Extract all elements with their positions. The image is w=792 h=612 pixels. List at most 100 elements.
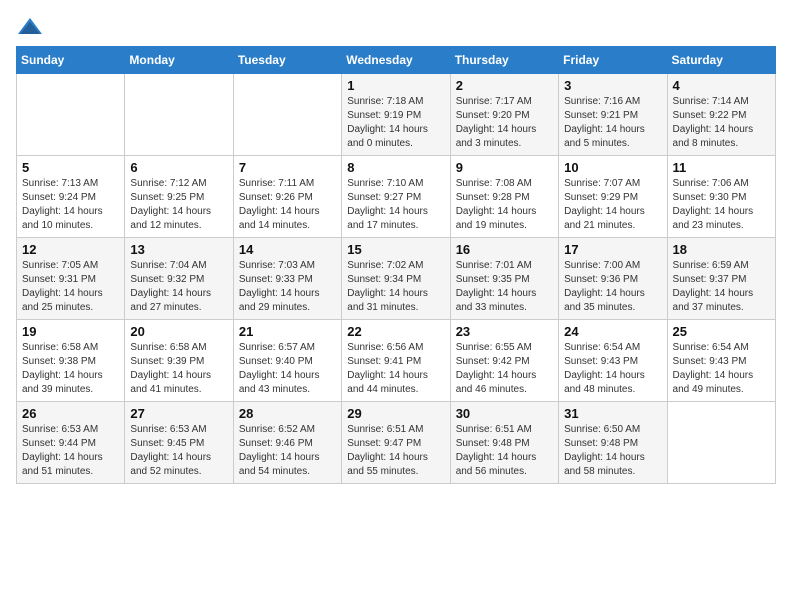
- calendar-week-4: 19 Sunrise: 6:58 AMSunset: 9:38 PMDayligh…: [17, 320, 776, 402]
- day-number: 14: [239, 242, 336, 257]
- weekday-header-wednesday: Wednesday: [342, 47, 450, 74]
- day-info: Sunrise: 6:51 AMSunset: 9:47 PMDaylight:…: [347, 423, 444, 479]
- day-number: 25: [673, 324, 770, 339]
- calendar-body: 1Sunrise: 7:18 AMSunset: 9:19 PMDaylight…: [17, 74, 776, 484]
- calendar-cell: 6 Sunrise: 7:12 AMSunset: 9:25 PMDaylight…: [125, 156, 233, 238]
- calendar-cell: 16 Sunrise: 7:01 AMSunset: 9:35 PMDayligh…: [450, 238, 558, 320]
- logo-icon: [16, 16, 44, 38]
- day-number: 7: [239, 160, 336, 175]
- calendar-week-3: 12Sunrise: 7:05 AMSunset: 9:31 PMDayligh…: [17, 238, 776, 320]
- calendar-cell: 9 Sunrise: 7:08 AMSunset: 9:28 PMDaylight…: [450, 156, 558, 238]
- calendar-week-5: 26 Sunrise: 6:53 AMSunset: 9:44 PMDayligh…: [17, 402, 776, 484]
- day-number: 21: [239, 324, 336, 339]
- day-number: 11: [673, 160, 770, 175]
- day-number: 18: [673, 242, 770, 257]
- day-number: 24: [564, 324, 661, 339]
- day-info: Sunrise: 7:03 AMSunset: 9:33 PMDaylight:…: [239, 259, 336, 315]
- day-info: Sunrise: 7:12 AMSunset: 9:25 PMDaylight:…: [130, 177, 227, 233]
- day-info: Sunrise: 6:53 AMSunset: 9:45 PMDaylight:…: [130, 423, 227, 479]
- weekday-header-friday: Friday: [559, 47, 667, 74]
- day-info: Sunrise: 6:54 AMSunset: 9:43 PMDaylight:…: [564, 341, 661, 397]
- day-number: 31: [564, 406, 661, 421]
- day-number: 22: [347, 324, 444, 339]
- day-info: Sunrise: 7:10 AMSunset: 9:27 PMDaylight:…: [347, 177, 444, 233]
- calendar-cell: 1Sunrise: 7:18 AMSunset: 9:19 PMDaylight…: [342, 74, 450, 156]
- day-info: Sunrise: 6:57 AMSunset: 9:40 PMDaylight:…: [239, 341, 336, 397]
- day-number: 16: [456, 242, 553, 257]
- day-number: 9: [456, 160, 553, 175]
- day-info: Sunrise: 7:14 AMSunset: 9:22 PMDaylight:…: [673, 95, 770, 151]
- day-info: Sunrise: 7:13 AMSunset: 9:24 PMDaylight:…: [22, 177, 119, 233]
- day-number: 29: [347, 406, 444, 421]
- day-info: Sunrise: 7:05 AMSunset: 9:31 PMDaylight:…: [22, 259, 119, 315]
- day-number: 28: [239, 406, 336, 421]
- calendar-cell: [667, 402, 775, 484]
- calendar-cell: 13 Sunrise: 7:04 AMSunset: 9:32 PMDayligh…: [125, 238, 233, 320]
- calendar-cell: 27Sunrise: 6:53 AMSunset: 9:45 PMDayligh…: [125, 402, 233, 484]
- day-number: 6: [130, 160, 227, 175]
- day-info: Sunrise: 7:17 AMSunset: 9:20 PMDaylight:…: [456, 95, 553, 151]
- day-info: Sunrise: 6:55 AMSunset: 9:42 PMDaylight:…: [456, 341, 553, 397]
- calendar-cell: 5 Sunrise: 7:13 AMSunset: 9:24 PMDaylight…: [17, 156, 125, 238]
- day-info: Sunrise: 6:54 AMSunset: 9:43 PMDaylight:…: [673, 341, 770, 397]
- day-number: 5: [22, 160, 119, 175]
- calendar-cell: 19 Sunrise: 6:58 AMSunset: 9:38 PMDayligh…: [17, 320, 125, 402]
- day-number: 30: [456, 406, 553, 421]
- day-info: Sunrise: 6:58 AMSunset: 9:39 PMDaylight:…: [130, 341, 227, 397]
- calendar-cell: 26 Sunrise: 6:53 AMSunset: 9:44 PMDayligh…: [17, 402, 125, 484]
- calendar-cell: [233, 74, 341, 156]
- day-info: Sunrise: 6:53 AMSunset: 9:44 PMDaylight:…: [22, 423, 119, 479]
- day-info: Sunrise: 7:06 AMSunset: 9:30 PMDaylight:…: [673, 177, 770, 233]
- day-info: Sunrise: 6:52 AMSunset: 9:46 PMDaylight:…: [239, 423, 336, 479]
- calendar-cell: 23Sunrise: 6:55 AMSunset: 9:42 PMDayligh…: [450, 320, 558, 402]
- day-number: 19: [22, 324, 119, 339]
- day-number: 20: [130, 324, 227, 339]
- day-number: 10: [564, 160, 661, 175]
- calendar-cell: 10Sunrise: 7:07 AMSunset: 9:29 PMDayligh…: [559, 156, 667, 238]
- calendar-cell: [17, 74, 125, 156]
- calendar-cell: 2Sunrise: 7:17 AMSunset: 9:20 PMDaylight…: [450, 74, 558, 156]
- day-info: Sunrise: 7:04 AMSunset: 9:32 PMDaylight:…: [130, 259, 227, 315]
- day-info: Sunrise: 7:08 AMSunset: 9:28 PMDaylight:…: [456, 177, 553, 233]
- day-number: 26: [22, 406, 119, 421]
- header: [16, 16, 776, 38]
- day-info: Sunrise: 7:11 AMSunset: 9:26 PMDaylight:…: [239, 177, 336, 233]
- calendar-cell: 29 Sunrise: 6:51 AMSunset: 9:47 PMDayligh…: [342, 402, 450, 484]
- weekday-header-tuesday: Tuesday: [233, 47, 341, 74]
- calendar-cell: [125, 74, 233, 156]
- day-info: Sunrise: 6:59 AMSunset: 9:37 PMDaylight:…: [673, 259, 770, 315]
- calendar-week-2: 5 Sunrise: 7:13 AMSunset: 9:24 PMDaylight…: [17, 156, 776, 238]
- day-info: Sunrise: 6:56 AMSunset: 9:41 PMDaylight:…: [347, 341, 444, 397]
- day-number: 4: [673, 78, 770, 93]
- weekday-header-saturday: Saturday: [667, 47, 775, 74]
- calendar-cell: 15 Sunrise: 7:02 AMSunset: 9:34 PMDayligh…: [342, 238, 450, 320]
- day-number: 1: [347, 78, 444, 93]
- day-number: 3: [564, 78, 661, 93]
- calendar-cell: 25 Sunrise: 6:54 AMSunset: 9:43 PMDayligh…: [667, 320, 775, 402]
- day-info: Sunrise: 6:51 AMSunset: 9:48 PMDaylight:…: [456, 423, 553, 479]
- calendar-cell: 28 Sunrise: 6:52 AMSunset: 9:46 PMDayligh…: [233, 402, 341, 484]
- logo: [16, 16, 48, 38]
- day-info: Sunrise: 6:50 AMSunset: 9:48 PMDaylight:…: [564, 423, 661, 479]
- weekday-header-sunday: Sunday: [17, 47, 125, 74]
- day-info: Sunrise: 7:00 AMSunset: 9:36 PMDaylight:…: [564, 259, 661, 315]
- calendar-cell: 22 Sunrise: 6:56 AMSunset: 9:41 PMDayligh…: [342, 320, 450, 402]
- day-info: Sunrise: 6:58 AMSunset: 9:38 PMDaylight:…: [22, 341, 119, 397]
- weekday-header-monday: Monday: [125, 47, 233, 74]
- calendar-cell: 12Sunrise: 7:05 AMSunset: 9:31 PMDayligh…: [17, 238, 125, 320]
- calendar-cell: 17Sunrise: 7:00 AMSunset: 9:36 PMDayligh…: [559, 238, 667, 320]
- calendar-cell: 21 Sunrise: 6:57 AMSunset: 9:40 PMDayligh…: [233, 320, 341, 402]
- calendar-week-1: 1Sunrise: 7:18 AMSunset: 9:19 PMDaylight…: [17, 74, 776, 156]
- calendar-cell: 14 Sunrise: 7:03 AMSunset: 9:33 PMDayligh…: [233, 238, 341, 320]
- weekday-header-thursday: Thursday: [450, 47, 558, 74]
- calendar-cell: 11 Sunrise: 7:06 AMSunset: 9:30 PMDayligh…: [667, 156, 775, 238]
- day-number: 15: [347, 242, 444, 257]
- calendar-table: SundayMondayTuesdayWednesdayThursdayFrid…: [16, 46, 776, 484]
- calendar-cell: 24 Sunrise: 6:54 AMSunset: 9:43 PMDayligh…: [559, 320, 667, 402]
- calendar-cell: 30 Sunrise: 6:51 AMSunset: 9:48 PMDayligh…: [450, 402, 558, 484]
- day-info: Sunrise: 7:02 AMSunset: 9:34 PMDaylight:…: [347, 259, 444, 315]
- calendar-cell: 3Sunrise: 7:16 AMSunset: 9:21 PMDaylight…: [559, 74, 667, 156]
- calendar-cell: 7 Sunrise: 7:11 AMSunset: 9:26 PMDaylight…: [233, 156, 341, 238]
- day-info: Sunrise: 7:01 AMSunset: 9:35 PMDaylight:…: [456, 259, 553, 315]
- day-number: 13: [130, 242, 227, 257]
